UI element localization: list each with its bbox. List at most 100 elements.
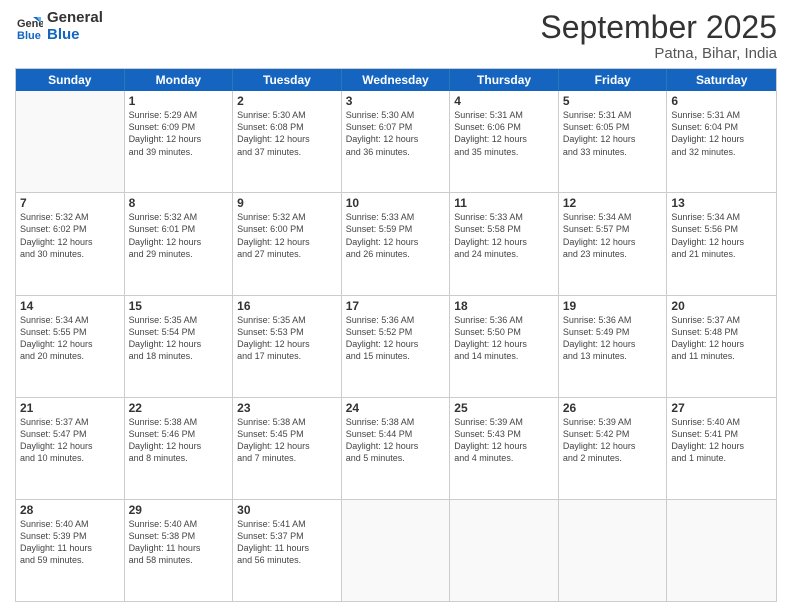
day-number: 19 [563, 299, 663, 313]
day-number: 18 [454, 299, 554, 313]
week-row-5: 28Sunrise: 5:40 AM Sunset: 5:39 PM Dayli… [16, 500, 776, 601]
day-info: Sunrise: 5:36 AM Sunset: 5:50 PM Dayligh… [454, 314, 554, 363]
day-cell: 20Sunrise: 5:37 AM Sunset: 5:48 PM Dayli… [667, 296, 776, 397]
day-number: 4 [454, 94, 554, 108]
day-cell: 16Sunrise: 5:35 AM Sunset: 5:53 PM Dayli… [233, 296, 342, 397]
day-cell: 2Sunrise: 5:30 AM Sunset: 6:08 PM Daylig… [233, 91, 342, 192]
day-number: 30 [237, 503, 337, 517]
day-info: Sunrise: 5:37 AM Sunset: 5:48 PM Dayligh… [671, 314, 772, 363]
day-number: 20 [671, 299, 772, 313]
day-number: 25 [454, 401, 554, 415]
day-number: 9 [237, 196, 337, 210]
day-number: 15 [129, 299, 229, 313]
day-cell: 27Sunrise: 5:40 AM Sunset: 5:41 PM Dayli… [667, 398, 776, 499]
header: General Blue General Blue September 2025… [15, 10, 777, 62]
logo: General Blue General Blue [15, 10, 103, 43]
column-header-sunday: Sunday [16, 69, 125, 91]
day-cell: 17Sunrise: 5:36 AM Sunset: 5:52 PM Dayli… [342, 296, 451, 397]
day-info: Sunrise: 5:34 AM Sunset: 5:56 PM Dayligh… [671, 211, 772, 260]
day-info: Sunrise: 5:32 AM Sunset: 6:01 PM Dayligh… [129, 211, 229, 260]
day-number: 6 [671, 94, 772, 108]
day-number: 17 [346, 299, 446, 313]
day-info: Sunrise: 5:40 AM Sunset: 5:41 PM Dayligh… [671, 416, 772, 465]
day-number: 23 [237, 401, 337, 415]
day-cell [559, 500, 668, 601]
day-cell: 24Sunrise: 5:38 AM Sunset: 5:44 PM Dayli… [342, 398, 451, 499]
day-info: Sunrise: 5:30 AM Sunset: 6:07 PM Dayligh… [346, 109, 446, 158]
day-number: 16 [237, 299, 337, 313]
day-info: Sunrise: 5:39 AM Sunset: 5:42 PM Dayligh… [563, 416, 663, 465]
day-number: 27 [671, 401, 772, 415]
day-cell: 30Sunrise: 5:41 AM Sunset: 5:37 PM Dayli… [233, 500, 342, 601]
day-info: Sunrise: 5:33 AM Sunset: 5:58 PM Dayligh… [454, 211, 554, 260]
day-cell: 4Sunrise: 5:31 AM Sunset: 6:06 PM Daylig… [450, 91, 559, 192]
column-header-tuesday: Tuesday [233, 69, 342, 91]
day-cell: 8Sunrise: 5:32 AM Sunset: 6:01 PM Daylig… [125, 193, 234, 294]
day-cell: 5Sunrise: 5:31 AM Sunset: 6:05 PM Daylig… [559, 91, 668, 192]
day-cell [450, 500, 559, 601]
logo-general: General [47, 10, 103, 27]
column-header-saturday: Saturday [667, 69, 776, 91]
day-cell: 18Sunrise: 5:36 AM Sunset: 5:50 PM Dayli… [450, 296, 559, 397]
day-number: 26 [563, 401, 663, 415]
day-cell: 21Sunrise: 5:37 AM Sunset: 5:47 PM Dayli… [16, 398, 125, 499]
day-info: Sunrise: 5:40 AM Sunset: 5:39 PM Dayligh… [20, 518, 120, 567]
day-info: Sunrise: 5:40 AM Sunset: 5:38 PM Dayligh… [129, 518, 229, 567]
day-number: 8 [129, 196, 229, 210]
day-info: Sunrise: 5:35 AM Sunset: 5:54 PM Dayligh… [129, 314, 229, 363]
day-cell: 15Sunrise: 5:35 AM Sunset: 5:54 PM Dayli… [125, 296, 234, 397]
day-cell: 6Sunrise: 5:31 AM Sunset: 6:04 PM Daylig… [667, 91, 776, 192]
day-info: Sunrise: 5:37 AM Sunset: 5:47 PM Dayligh… [20, 416, 120, 465]
day-cell: 22Sunrise: 5:38 AM Sunset: 5:46 PM Dayli… [125, 398, 234, 499]
column-header-wednesday: Wednesday [342, 69, 451, 91]
day-cell: 3Sunrise: 5:30 AM Sunset: 6:07 PM Daylig… [342, 91, 451, 192]
logo-blue: Blue [47, 27, 103, 44]
day-number: 14 [20, 299, 120, 313]
page-title: September 2025 [540, 10, 777, 45]
day-info: Sunrise: 5:35 AM Sunset: 5:53 PM Dayligh… [237, 314, 337, 363]
day-cell: 11Sunrise: 5:33 AM Sunset: 5:58 PM Dayli… [450, 193, 559, 294]
day-number: 7 [20, 196, 120, 210]
day-cell: 19Sunrise: 5:36 AM Sunset: 5:49 PM Dayli… [559, 296, 668, 397]
day-number: 10 [346, 196, 446, 210]
day-cell: 1Sunrise: 5:29 AM Sunset: 6:09 PM Daylig… [125, 91, 234, 192]
day-number: 3 [346, 94, 446, 108]
week-row-4: 21Sunrise: 5:37 AM Sunset: 5:47 PM Dayli… [16, 398, 776, 500]
day-info: Sunrise: 5:32 AM Sunset: 6:00 PM Dayligh… [237, 211, 337, 260]
day-number: 12 [563, 196, 663, 210]
day-number: 28 [20, 503, 120, 517]
day-info: Sunrise: 5:39 AM Sunset: 5:43 PM Dayligh… [454, 416, 554, 465]
weeks-container: 1Sunrise: 5:29 AM Sunset: 6:09 PM Daylig… [16, 91, 776, 601]
day-info: Sunrise: 5:31 AM Sunset: 6:05 PM Dayligh… [563, 109, 663, 158]
day-info: Sunrise: 5:38 AM Sunset: 5:46 PM Dayligh… [129, 416, 229, 465]
day-cell: 13Sunrise: 5:34 AM Sunset: 5:56 PM Dayli… [667, 193, 776, 294]
day-info: Sunrise: 5:38 AM Sunset: 5:44 PM Dayligh… [346, 416, 446, 465]
day-cell: 7Sunrise: 5:32 AM Sunset: 6:02 PM Daylig… [16, 193, 125, 294]
day-info: Sunrise: 5:32 AM Sunset: 6:02 PM Dayligh… [20, 211, 120, 260]
day-cell [16, 91, 125, 192]
day-cell: 29Sunrise: 5:40 AM Sunset: 5:38 PM Dayli… [125, 500, 234, 601]
day-info: Sunrise: 5:31 AM Sunset: 6:04 PM Dayligh… [671, 109, 772, 158]
day-cell [667, 500, 776, 601]
day-number: 13 [671, 196, 772, 210]
day-number: 24 [346, 401, 446, 415]
day-info: Sunrise: 5:34 AM Sunset: 5:55 PM Dayligh… [20, 314, 120, 363]
day-cell: 28Sunrise: 5:40 AM Sunset: 5:39 PM Dayli… [16, 500, 125, 601]
day-number: 29 [129, 503, 229, 517]
day-cell: 12Sunrise: 5:34 AM Sunset: 5:57 PM Dayli… [559, 193, 668, 294]
day-number: 22 [129, 401, 229, 415]
column-header-friday: Friday [559, 69, 668, 91]
day-cell: 14Sunrise: 5:34 AM Sunset: 5:55 PM Dayli… [16, 296, 125, 397]
page: General Blue General Blue September 2025… [0, 0, 792, 612]
week-row-3: 14Sunrise: 5:34 AM Sunset: 5:55 PM Dayli… [16, 296, 776, 398]
day-info: Sunrise: 5:36 AM Sunset: 5:52 PM Dayligh… [346, 314, 446, 363]
day-info: Sunrise: 5:33 AM Sunset: 5:59 PM Dayligh… [346, 211, 446, 260]
day-info: Sunrise: 5:41 AM Sunset: 5:37 PM Dayligh… [237, 518, 337, 567]
day-cell: 25Sunrise: 5:39 AM Sunset: 5:43 PM Dayli… [450, 398, 559, 499]
svg-text:Blue: Blue [17, 30, 41, 41]
day-info: Sunrise: 5:34 AM Sunset: 5:57 PM Dayligh… [563, 211, 663, 260]
day-cell: 9Sunrise: 5:32 AM Sunset: 6:00 PM Daylig… [233, 193, 342, 294]
day-info: Sunrise: 5:31 AM Sunset: 6:06 PM Dayligh… [454, 109, 554, 158]
day-number: 1 [129, 94, 229, 108]
day-number: 21 [20, 401, 120, 415]
